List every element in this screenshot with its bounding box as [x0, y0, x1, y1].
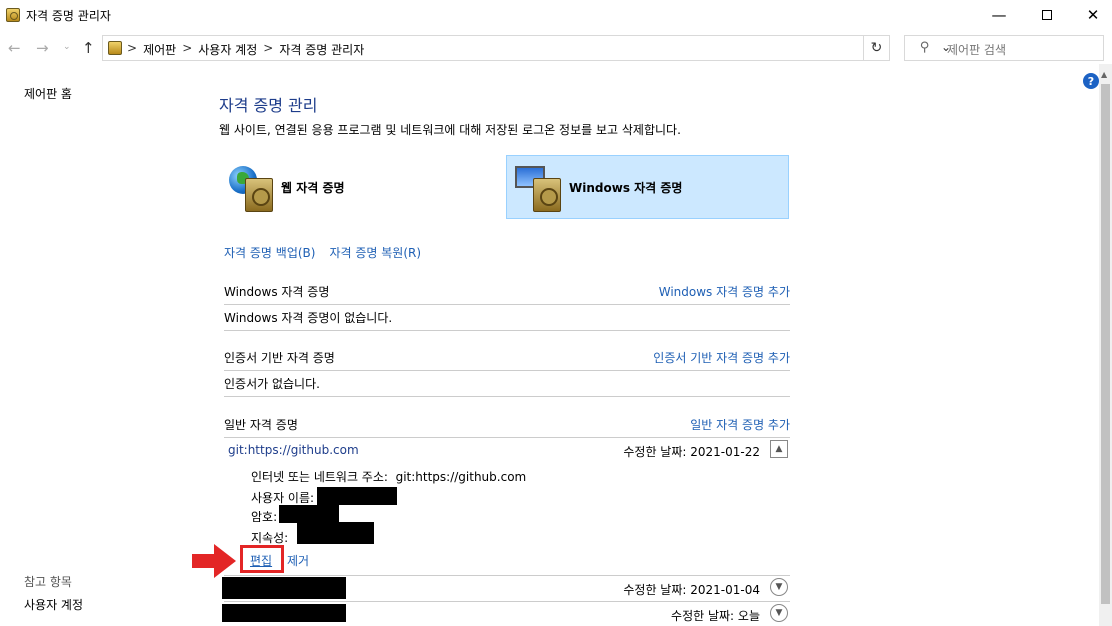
redacted-persistence [297, 522, 374, 544]
user-accounts-link[interactable]: 사용자 계정 [24, 596, 83, 613]
certificate-credentials-empty: 인증서가 없습니다. [224, 375, 790, 397]
control-panel-home-link[interactable]: 제어판 홈 [24, 85, 72, 102]
detail-username-label: 사용자 이름: [251, 491, 315, 505]
help-icon[interactable]: ? [1083, 73, 1099, 89]
add-generic-credential-link[interactable]: 일반 자격 증명 추가 [690, 416, 790, 433]
vault-icon [533, 178, 561, 212]
chevron-down-icon[interactable]: ▼ [770, 604, 788, 622]
address-label: 인터넷 또는 네트워크 주소: [251, 470, 388, 484]
scroll-up-arrow-icon[interactable]: ▲ [1101, 70, 1107, 79]
page-description: 웹 사이트, 연결된 응용 프로그램 및 네트워크에 대해 저장된 로그온 정보… [219, 123, 681, 137]
breadcrumb-separator: > [263, 41, 274, 55]
windows-credentials-icon [507, 160, 565, 214]
credential-row-github[interactable]: git:https://github.com 수정한 날짜: 2021-01-2… [224, 438, 790, 462]
refresh-button[interactable]: ↻ [864, 35, 890, 61]
web-credentials-tab[interactable]: 웹 자격 증명 [219, 155, 499, 219]
collapse-chevron-icon[interactable]: ▲ [770, 440, 788, 458]
search-icon: ⚲ [920, 40, 930, 55]
address-value: git:https://github.com [395, 470, 527, 484]
section-title: Windows 자격 증명 [224, 285, 330, 299]
breadcrumb-credential-manager[interactable]: 자격 증명 관리자 [279, 41, 364, 58]
title-bar: 자격 증명 관리자 — ✕ [0, 0, 1112, 30]
navigation-bar: ← → ⌄ ↑ > 제어판 > 사용자 계정 > 자격 증명 관리자 ⌄ ↻ ⚲… [0, 33, 1112, 63]
section-title: 인증서 기반 자격 증명 [224, 351, 335, 365]
page-title: 자격 증명 관리 [219, 96, 318, 115]
breadcrumb-user-accounts[interactable]: 사용자 계정 [198, 41, 257, 58]
credential-manager-icon [6, 8, 20, 22]
search-placeholder: 제어판 검색 [947, 43, 1007, 57]
control-panel-icon [108, 41, 122, 55]
up-arrow-icon[interactable]: ↑ [82, 39, 95, 57]
address-bar[interactable]: > 제어판 > 사용자 계정 > 자격 증명 관리자 ⌄ [102, 35, 951, 61]
close-button[interactable]: ✕ [1070, 0, 1112, 30]
forward-arrow-icon[interactable]: → [36, 39, 49, 57]
remove-credential-link[interactable]: 제거 [287, 552, 309, 569]
add-certificate-credential-link[interactable]: 인증서 기반 자격 증명 추가 [653, 349, 790, 366]
redacted-username [317, 487, 397, 505]
window-title: 자격 증명 관리자 [26, 9, 111, 23]
redacted-password [279, 505, 339, 523]
maximize-button[interactable] [1024, 0, 1070, 30]
section-title: 일반 자격 증명 [224, 418, 298, 432]
windows-credentials-tab[interactable]: Windows 자격 증명 [506, 155, 789, 219]
breadcrumb-separator: > [182, 41, 193, 55]
see-also-label: 참고 항목 [24, 575, 72, 589]
breadcrumb: > 제어판 > 사용자 계정 > 자격 증명 관리자 [127, 41, 364, 58]
web-credentials-label: 웹 자격 증명 [281, 180, 345, 195]
backup-credentials-link[interactable]: 자격 증명 백업(B) [224, 244, 315, 261]
recent-locations-icon[interactable]: ⌄ [63, 42, 71, 52]
redacted-credential-name [222, 577, 346, 599]
breadcrumb-control-panel[interactable]: 제어판 [143, 41, 176, 58]
web-credentials-icon [219, 160, 277, 214]
detail-password-label: 암호: [251, 510, 278, 524]
generic-credentials-header: 일반 자격 증명 일반 자격 증명 추가 [224, 416, 790, 438]
credential-name[interactable]: git:https://github.com [228, 443, 359, 457]
redacted-credential-name [222, 604, 346, 622]
credential-modified-date: 수정한 날짜: 2021-01-04 [623, 583, 760, 597]
breadcrumb-separator: > [127, 41, 138, 55]
windows-credentials-header: Windows 자격 증명 Windows 자격 증명 추가 [224, 283, 790, 305]
minimize-button[interactable]: — [976, 0, 1022, 30]
maximize-icon [1042, 10, 1052, 20]
certificate-credentials-header: 인증서 기반 자격 증명 인증서 기반 자격 증명 추가 [224, 349, 790, 371]
vault-icon [245, 178, 273, 212]
back-arrow-icon[interactable]: ← [8, 39, 21, 57]
windows-credentials-empty: Windows 자격 증명이 없습니다. [224, 309, 790, 331]
detail-address: 인터넷 또는 네트워크 주소: git:https://github.com [251, 468, 526, 485]
credential-modified-date: 수정한 날짜: 오늘 [671, 609, 760, 623]
edit-credential-link[interactable]: 편집 [250, 552, 272, 569]
backup-restore-links: 자격 증명 백업(B) 자격 증명 복원(R) [224, 244, 421, 261]
search-input[interactable]: ⚲ 제어판 검색 [904, 35, 1104, 61]
detail-persistence-label: 지속성: [251, 531, 289, 545]
chevron-down-icon[interactable]: ▼ [770, 578, 788, 596]
scrollbar-thumb[interactable] [1101, 84, 1110, 604]
credential-modified-date: 수정한 날짜: 2021-01-22 [623, 445, 760, 459]
red-arrow-annotation-icon [192, 544, 236, 578]
add-windows-credential-link[interactable]: Windows 자격 증명 추가 [659, 283, 790, 300]
restore-credentials-link[interactable]: 자격 증명 복원(R) [329, 244, 421, 261]
windows-credentials-label: Windows 자격 증명 [569, 180, 683, 195]
